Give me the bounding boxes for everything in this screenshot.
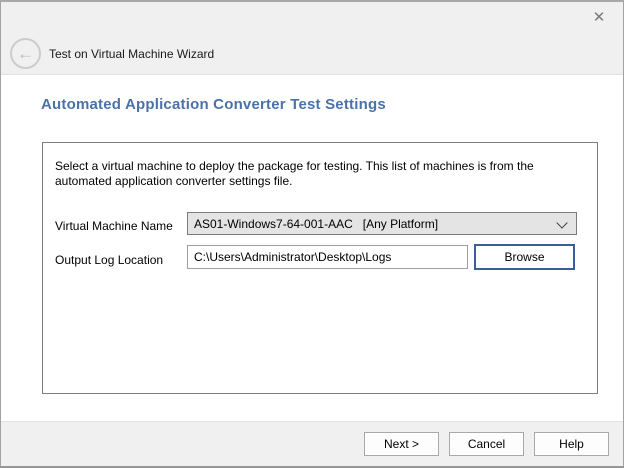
settings-groupbox: Select a virtual machine to deploy the p… [42,142,598,394]
help-button[interactable]: Help [534,432,609,456]
cancel-button[interactable]: Cancel [449,432,524,456]
footer-bar: Next > Cancel Help [1,421,623,466]
close-icon: ✕ [593,9,606,26]
wizard-title: Test on Virtual Machine Wizard [49,47,214,61]
vm-name-selected-value: AS01-Windows7-64-001-AAC [Any Platform] [188,217,438,231]
back-button[interactable]: ← [10,38,41,69]
log-location-label: Output Log Location [55,253,163,267]
wizard-header: ← Test on Virtual Machine Wizard [1,2,623,75]
wizard-window: ← Test on Virtual Machine Wizard ✕ Autom… [0,0,624,468]
chevron-down-icon [556,217,567,228]
log-location-input[interactable] [187,245,468,269]
back-arrow-icon: ← [17,44,34,63]
vm-name-label: Virtual Machine Name [55,219,173,233]
vm-name-dropdown[interactable]: AS01-Windows7-64-001-AAC [Any Platform] [187,212,577,235]
next-button[interactable]: Next > [364,432,439,456]
close-button[interactable]: ✕ [587,6,611,30]
page-heading: Automated Application Converter Test Set… [41,96,386,113]
browse-button[interactable]: Browse [474,244,575,270]
description-text: Select a virtual machine to deploy the p… [55,159,577,189]
